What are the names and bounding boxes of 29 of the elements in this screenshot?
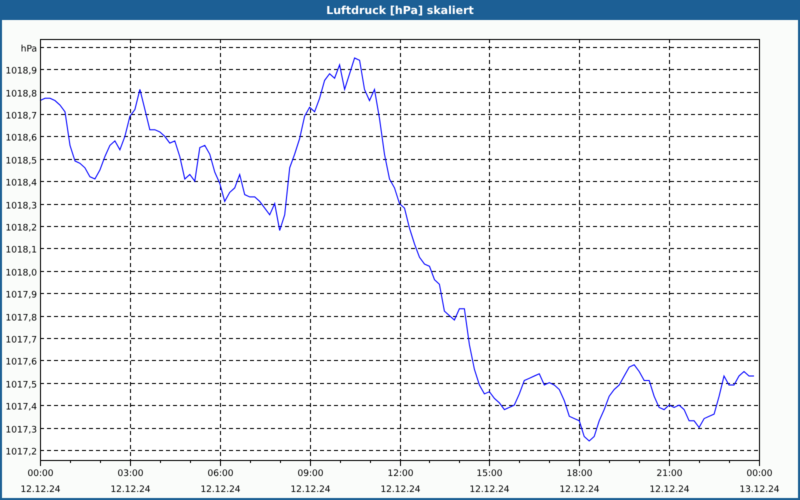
axis-label: 03:00 12.12.24 <box>110 469 151 495</box>
axis-label: 1017,6 <box>6 358 37 368</box>
axis-label: 1017,8 <box>6 314 37 324</box>
axis-label: 1018,2 <box>6 224 37 234</box>
axis-label: 1018,6 <box>6 134 37 144</box>
axis-label: 12:00 12.12.24 <box>380 469 421 495</box>
axis-label: 1018,5 <box>6 156 37 166</box>
axis-label: 1017,9 <box>6 290 37 300</box>
axis-label: 18:00 12.12.24 <box>559 469 600 495</box>
axis-label: 1018,9 <box>6 66 37 76</box>
axis-label: 1017,4 <box>6 402 37 412</box>
axis-label: 21:00 12.12.24 <box>649 469 690 495</box>
axis-label: 1018,3 <box>6 202 37 212</box>
axis-label: 1018,7 <box>6 112 37 122</box>
axis-label: hPa <box>20 44 37 54</box>
axis-label: 00:00 13.12.24 <box>739 469 780 495</box>
axis-label: 1018,4 <box>6 178 37 188</box>
axis-label: 1017,3 <box>6 426 37 436</box>
axis-label: 1018,0 <box>6 268 37 278</box>
axis-label: 1017,2 <box>6 448 37 458</box>
axis-label: 1018,1 <box>6 246 37 256</box>
axis-label: 00:00 12.12.24 <box>20 469 61 495</box>
axis-label: 06:00 12.12.24 <box>200 469 241 495</box>
window-title: Luftdruck [hPa] skaliert <box>326 4 474 16</box>
axis-label: 1017,5 <box>6 380 37 390</box>
axis-label: 1017,7 <box>6 336 37 346</box>
axis-label: 1018,8 <box>6 90 37 100</box>
axis-label: 15:00 12.12.24 <box>469 469 510 495</box>
axis-label: 09:00 12.12.24 <box>290 469 331 495</box>
